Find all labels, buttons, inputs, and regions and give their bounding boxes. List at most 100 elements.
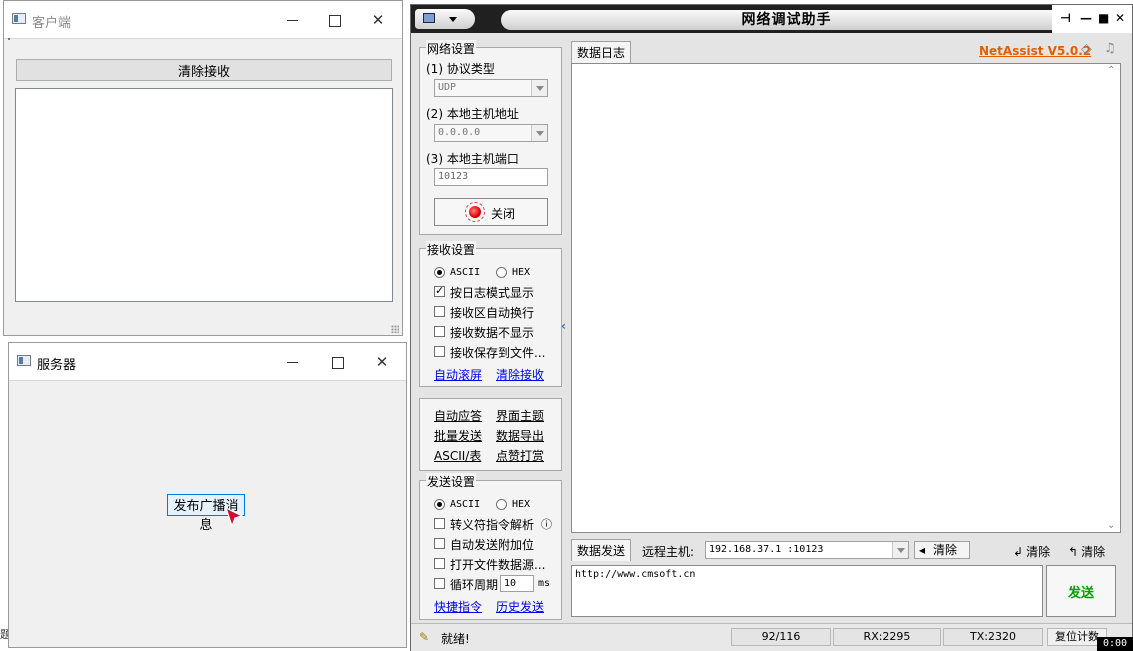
system-menu-button[interactable] — [415, 9, 475, 29]
status-ready: 就绪! — [441, 632, 470, 646]
loop-unit-label: ms — [538, 578, 551, 589]
netassist-title: 网络调试助手 — [501, 10, 1072, 30]
send-text-area[interactable]: http://www.cmsoft.cn — [571, 565, 1043, 617]
scrollbar[interactable]: ⌃ ⌄ — [1105, 65, 1119, 531]
gem-icon[interactable]: ◇ — [1081, 41, 1092, 57]
status-count: 92/116 — [731, 628, 831, 646]
export-link[interactable]: 数据导出 — [496, 427, 544, 444]
window-icon — [12, 13, 26, 24]
history-link[interactable]: 历史发送 — [496, 598, 544, 615]
collapse-panel-icon[interactable]: ‹ — [561, 319, 566, 333]
ascii-table-link[interactable]: ASCII/表 — [434, 447, 481, 464]
clear-receive-link[interactable]: 清除接收 — [496, 366, 544, 383]
protocol-select[interactable]: UDP — [434, 79, 548, 97]
minimize-icon[interactable]: — — [1080, 11, 1092, 25]
netassist-titlebar: 网络调试助手 ⊣ — ■ ✕ — [411, 5, 1132, 33]
brand-link[interactable]: NetAssist V5.0.2 — [979, 44, 1091, 58]
port-input[interactable]: 10123 — [434, 168, 548, 186]
send-hex-label: HEX — [512, 499, 531, 510]
ready-icon: ✎ — [419, 630, 430, 644]
recv-hex-radio[interactable] — [496, 267, 507, 278]
recv-hex-label: HEX — [512, 267, 531, 278]
recv-ascii-radio[interactable] — [434, 267, 445, 278]
bell-icon[interactable]: ♫ — [1104, 41, 1116, 56]
chevron-down-icon — [449, 17, 457, 22]
file-source-checkbox[interactable] — [434, 558, 445, 569]
remote-host-select[interactable]: 192.168.37.1 :10123 — [705, 541, 909, 559]
auto-wrap-checkbox[interactable] — [434, 306, 445, 317]
clear-left-button[interactable]: ↲ 清除 — [1013, 543, 1050, 560]
loop-period-input[interactable]: 10 — [500, 575, 534, 592]
receive-settings-title: 接收设置 — [426, 241, 477, 258]
send-hex-radio[interactable] — [496, 499, 507, 510]
close-icon[interactable]: ✕ — [1115, 11, 1125, 25]
status-bar: ✎ 就绪! 92/116 RX:2295 TX:2320 复位计数 — [411, 623, 1132, 651]
escape-parse-checkbox[interactable] — [434, 518, 445, 529]
maximize-icon[interactable] — [317, 349, 357, 375]
append-bits-checkbox[interactable] — [434, 538, 445, 549]
host-select[interactable]: 0.0.0.0 — [434, 124, 548, 142]
auto-wrap-label: 接收区自动换行 — [450, 306, 535, 320]
send-tab[interactable]: 数据发送 — [571, 539, 632, 561]
append-bits-label: 自动发送附加位 — [450, 538, 535, 552]
theme-link[interactable]: 界面主题 — [496, 407, 544, 424]
auto-reply-link[interactable]: 自动应答 — [434, 407, 482, 424]
port-label: (3) 本地主机端口 — [426, 152, 519, 166]
shortcut-link[interactable]: 快捷指令 — [434, 598, 482, 615]
send-ascii-radio[interactable] — [434, 499, 445, 510]
network-settings-title: 网络设置 — [426, 40, 477, 57]
tools-group: 自动应答 界面主题 批量发送 数据导出 ASCII/表 点赞打赏 — [419, 398, 562, 471]
timer: 0:00 — [1097, 637, 1133, 651]
send-settings-title: 发送设置 — [426, 473, 477, 490]
log-mode-checkbox[interactable] — [434, 284, 445, 297]
close-connection-button[interactable]: 关闭 — [434, 198, 548, 226]
log-mode-label: 按日志模式显示 — [450, 286, 535, 300]
minimize-icon[interactable] — [272, 349, 312, 375]
close-icon[interactable]: ✕ — [362, 349, 402, 375]
hide-data-label: 接收数据不显示 — [450, 326, 535, 340]
save-file-label: 接收保存到文件... — [450, 346, 546, 360]
loop-checkbox[interactable] — [434, 578, 445, 589]
client-clear-receive-button[interactable]: 清除接收 — [16, 59, 392, 81]
window-icon — [17, 355, 31, 366]
receive-settings-group: 接收设置 ASCII HEX 按日志模式显示 接收区自动换行 接收数据不显示 接… — [419, 241, 562, 387]
server-title: 服务器 — [37, 358, 77, 373]
maximize-icon[interactable] — [314, 7, 354, 33]
host-label: (2) 本地主机地址 — [426, 107, 519, 121]
hide-data-checkbox[interactable] — [434, 326, 445, 337]
client-receive-area[interactable] — [15, 88, 393, 302]
send-ascii-label: ASCII — [450, 499, 481, 510]
send-button[interactable]: 发送 — [1046, 565, 1116, 617]
close-icon[interactable]: ✕ — [358, 7, 398, 33]
client-titlebar: 客户端 ✕ — [4, 1, 402, 39]
loop-label: 循环周期 — [450, 578, 499, 592]
network-settings-group: 网络设置 (1) 协议类型 UDP (2) 本地主机地址 0.0.0.0 (3)… — [419, 40, 562, 235]
netassist-window: 网络调试助手 ⊣ — ■ ✕ 网络设置 (1) 协议类型 UDP (2) 本地主… — [410, 4, 1133, 651]
status-tx: TX:2320 — [943, 628, 1043, 646]
clear-right-button[interactable]: ↰ 清除 — [1068, 543, 1105, 560]
resize-grip[interactable] — [389, 323, 399, 333]
escape-parse-label: 转义符指令解析 — [450, 518, 535, 532]
status-lamp-icon — [469, 206, 481, 218]
client-window: 客户端 ✕ 清除接收 — [3, 0, 403, 336]
recv-ascii-label: ASCII — [450, 267, 481, 278]
network-icon — [423, 13, 435, 23]
pin-icon[interactable]: ⊣ — [1060, 11, 1071, 25]
save-file-checkbox[interactable] — [434, 346, 445, 357]
log-area[interactable]: ⌃ ⌄ — [571, 63, 1121, 533]
auto-scroll-link[interactable]: 自动滚屏 — [434, 366, 482, 383]
status-rx: RX:2295 — [833, 628, 941, 646]
chevron-down-icon — [892, 542, 908, 558]
log-tab[interactable]: 数据日志 — [571, 41, 632, 63]
mouse-cursor-icon — [224, 506, 244, 528]
chevron-down-icon — [531, 125, 547, 141]
clear-remote-button[interactable]: ◂ 清除 — [914, 541, 970, 559]
tip-link[interactable]: 点赞打赏 — [496, 447, 544, 464]
remote-host-label: 远程主机: — [642, 545, 695, 559]
info-icon[interactable]: ⓘ — [541, 516, 552, 532]
maximize-icon[interactable]: ■ — [1098, 11, 1109, 25]
batch-send-link[interactable]: 批量发送 — [434, 427, 482, 444]
server-window: 服务器 ✕ 发布广播消息 — [8, 342, 407, 648]
window-controls: ⊣ — ■ ✕ — [1052, 5, 1132, 33]
minimize-icon[interactable] — [272, 7, 312, 33]
